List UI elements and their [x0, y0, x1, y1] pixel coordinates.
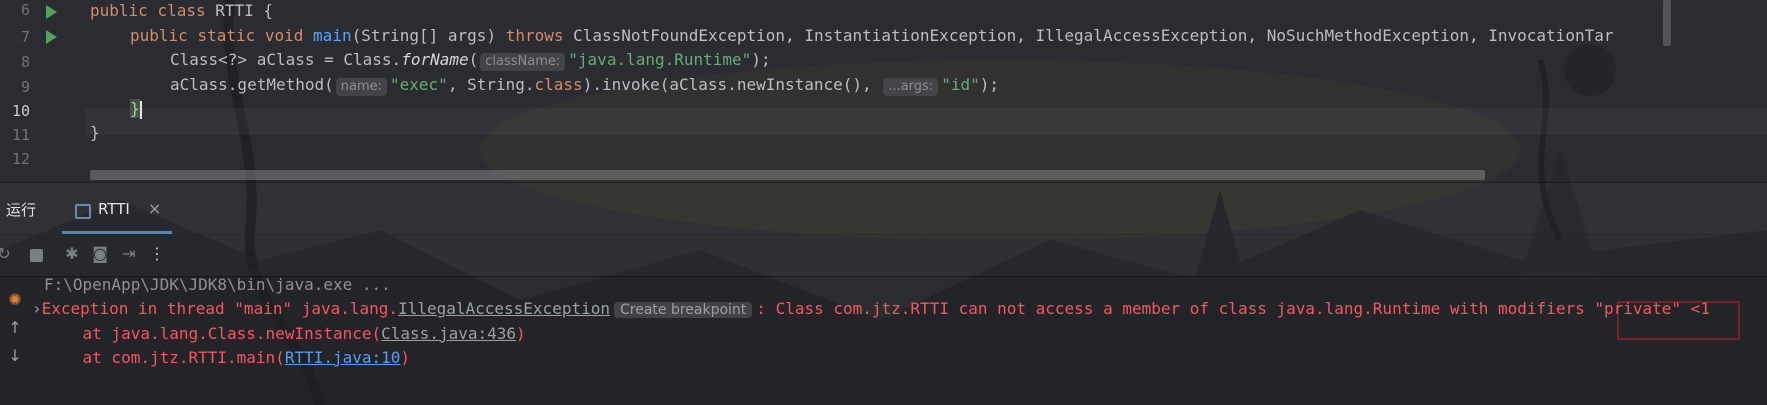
error-message: : Class com.jtz.RTTI can not access a me… [756, 299, 1710, 318]
window-icon [75, 204, 91, 219]
matched-brace: } [130, 99, 140, 118]
close-icon[interactable]: × [148, 199, 161, 218]
error-prefix: Exception in thread "main" java.lang. [41, 299, 399, 318]
exit-icon[interactable]: ⇥ [119, 244, 139, 264]
code-line-6: public class RTTI { [90, 1, 273, 21]
code-text: ); [979, 75, 999, 94]
keyword: static [197, 26, 256, 45]
paren: ( [468, 50, 479, 69]
vertical-scrollbar[interactable] [1663, 0, 1671, 46]
line-number: 8 [20, 53, 30, 71]
horizontal-scrollbar[interactable] [90, 170, 1485, 180]
parameter-hint: className: [480, 53, 566, 71]
create-breakpoint-button[interactable]: Create breakpoint [613, 302, 753, 318]
code-text: , String. [447, 75, 535, 94]
tool-window-title: 运行 [6, 201, 37, 219]
brace: } [90, 123, 100, 142]
code-area[interactable]: public class RTTI { public static void m… [90, 0, 1737, 182]
text-caret [139, 100, 142, 119]
code-text: Class<?> aClass = Class. [170, 50, 402, 69]
code-text: aClass.getMethod( [170, 75, 334, 94]
tab-label: RTTI [98, 200, 130, 218]
code-line-8: Class<?> aClass = Class.forName(classNam… [170, 50, 771, 71]
stop-icon[interactable] [30, 249, 43, 262]
error-class-link[interactable]: IllegalAccessException [398, 299, 610, 318]
keyword: throws [505, 26, 564, 45]
keyword: class [534, 75, 583, 94]
settings-icon[interactable]: ✺ [4, 289, 26, 311]
run-tool-window-header: 运行 RTTI × [0, 182, 1767, 235]
keyword: public [90, 1, 148, 20]
code-text: ).invoke(aClass.newInstance(), [582, 75, 882, 94]
code-line-11: } [90, 123, 100, 143]
console-command-line: F:\OpenApp\JDK\JDK8\bin\java.exe ... [44, 275, 391, 294]
string-literal: "java.lang.Runtime" [568, 50, 752, 69]
parameter-hint: name: [335, 78, 388, 96]
line-number: 9 [20, 78, 30, 96]
run-main-icon[interactable] [46, 30, 57, 44]
string-literal: "id" [941, 75, 980, 94]
line-number: 7 [20, 28, 30, 46]
trace-text: ) [516, 324, 526, 343]
console-output[interactable]: ✺ ↑ ↓ F:\OpenApp\JDK\JDK8\bin\java.exe .… [0, 275, 1767, 405]
params: (String[] args) [351, 26, 506, 45]
trace-text: at com.jtz.RTTI.main( [44, 348, 285, 367]
exceptions: ClassNotFoundException, InstantiationExc… [563, 26, 1614, 45]
code-line-7: public static void main(String[] args) t… [130, 26, 1613, 46]
trace-source-link[interactable]: Class.java:436 [381, 324, 516, 343]
trace-source-link[interactable]: RTTI.java:10 [285, 348, 401, 367]
line-number: 11 [11, 126, 30, 144]
run-class-icon[interactable] [46, 5, 57, 19]
debug-icon[interactable]: ✱ [62, 244, 82, 264]
method-call: forName [401, 50, 469, 69]
line-number: 6 [20, 1, 30, 19]
scroll-up-icon[interactable]: ↑ [4, 317, 26, 339]
stack-trace-line: at com.jtz.RTTI.main(RTTI.java:10) [44, 348, 411, 368]
console-error-line: ›Exception in thread "main" java.lang.Il… [32, 299, 1710, 320]
keyword: void [264, 26, 304, 45]
trace-text: at java.lang.Class.newInstance( [44, 324, 382, 343]
tab-rtti[interactable]: RTTI × [62, 193, 172, 229]
keyword: class [157, 1, 206, 20]
screenshot-icon[interactable]: ◙ [90, 244, 110, 264]
scroll-down-icon[interactable]: ↓ [4, 345, 26, 367]
line-number-current: 10 [11, 102, 30, 120]
expand-chevron-icon[interactable]: › [32, 299, 42, 318]
stack-trace-line: at java.lang.Class.newInstance(Class.jav… [44, 324, 526, 344]
parameter-hint: ...args: [883, 78, 939, 96]
trace-text: ) [400, 348, 411, 367]
rerun-icon[interactable]: ↻ [0, 244, 14, 264]
code-line-10: } [130, 99, 142, 119]
line-number: 12 [11, 150, 30, 164]
code-editor[interactable]: 6 7 8 9 10 11 12 public class RTTI { pub… [0, 0, 1767, 182]
method-name: main [313, 26, 352, 45]
code-line-9: aClass.getMethod(name: "exec", String.cla… [170, 75, 999, 96]
brace: { [263, 1, 274, 20]
code-text: ); [751, 50, 771, 69]
keyword: public [130, 26, 188, 45]
editor-gutter: 6 7 8 9 10 11 12 [0, 0, 85, 182]
string-literal: "exec" [390, 75, 448, 94]
more-icon[interactable]: ⋮ [147, 244, 167, 264]
run-toolbar: ↻ ✱ ◙ ⇥ ⋮ [0, 234, 1767, 276]
class-name: RTTI [205, 1, 264, 20]
